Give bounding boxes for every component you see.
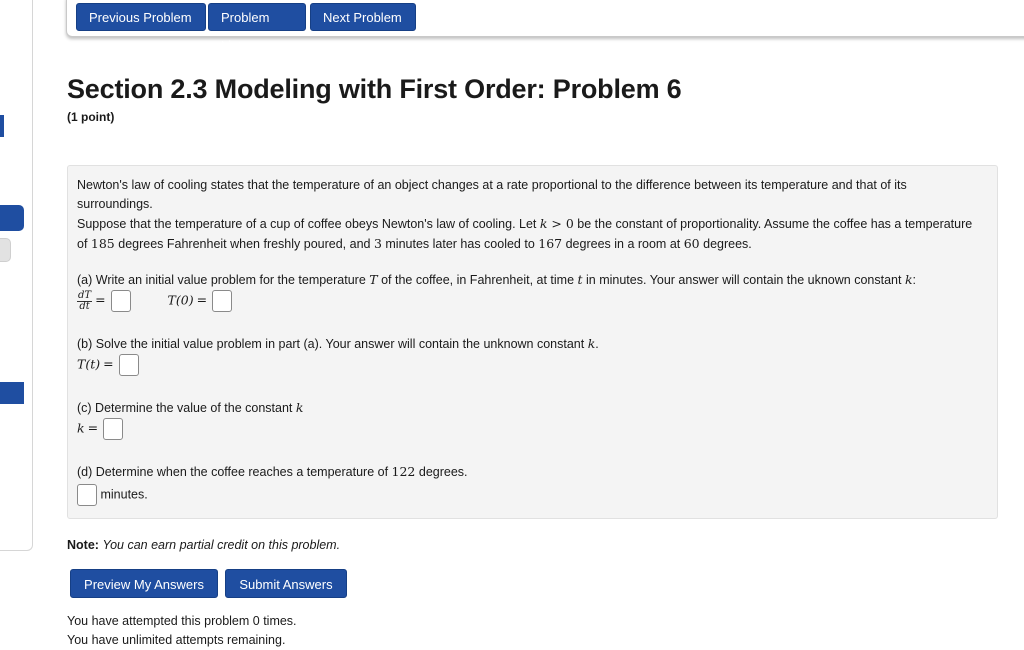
answer-input-k[interactable]	[103, 418, 124, 440]
preview-answers-button[interactable]: Preview My Answers	[70, 569, 218, 598]
answer-input-T0[interactable]	[212, 290, 233, 312]
problem-list-button[interactable]: Problem List	[208, 3, 306, 53]
problem-body: Newton's law of cooling states that the …	[67, 165, 998, 519]
part-b-answer: T(t) =	[77, 354, 979, 376]
part-c: (c) Determine the value of the constant …	[77, 400, 304, 415]
previous-problem-button[interactable]: Previous Problem	[76, 3, 206, 31]
sidebar	[0, 0, 33, 551]
sidebar-button[interactable]	[0, 205, 24, 231]
sidebar-button[interactable]	[0, 382, 24, 404]
part-d: (d) Determine when the coffee reaches a …	[77, 464, 468, 479]
problem-nav-bar: Previous Problem Problem List Next Probl…	[66, 0, 1024, 53]
problem-intro: Newton's law of cooling states that the …	[77, 178, 973, 251]
part-a: (a) Write an initial value problem for t…	[77, 272, 916, 287]
answer-input-Tt[interactable]	[118, 354, 139, 376]
sidebar-button-secondary[interactable]	[0, 238, 11, 262]
next-problem-button[interactable]: Next Problem	[310, 3, 416, 31]
answer-input-dTdt[interactable]	[110, 290, 131, 312]
problem-points: (1 point)	[67, 110, 115, 124]
dT-dt-fraction: dT dt	[77, 289, 93, 312]
part-d-answer: minutes.	[77, 484, 979, 506]
answer-input-time[interactable]	[77, 484, 97, 506]
partial-credit-note: Note: You can earn partial credit on thi…	[67, 538, 341, 552]
sidebar-active-marker	[0, 115, 4, 137]
submit-answers-button[interactable]: Submit Answers	[225, 569, 347, 598]
part-b: (b) Solve the initial value problem in p…	[77, 336, 599, 351]
attempt-status: You have attempted this problem 0 times.…	[67, 614, 297, 647]
part-a-answers: dT dt = T(0) =	[77, 290, 979, 314]
part-c-answer: k =	[77, 418, 979, 440]
page-title: Section 2.3 Modeling with First Order: P…	[67, 74, 682, 104]
